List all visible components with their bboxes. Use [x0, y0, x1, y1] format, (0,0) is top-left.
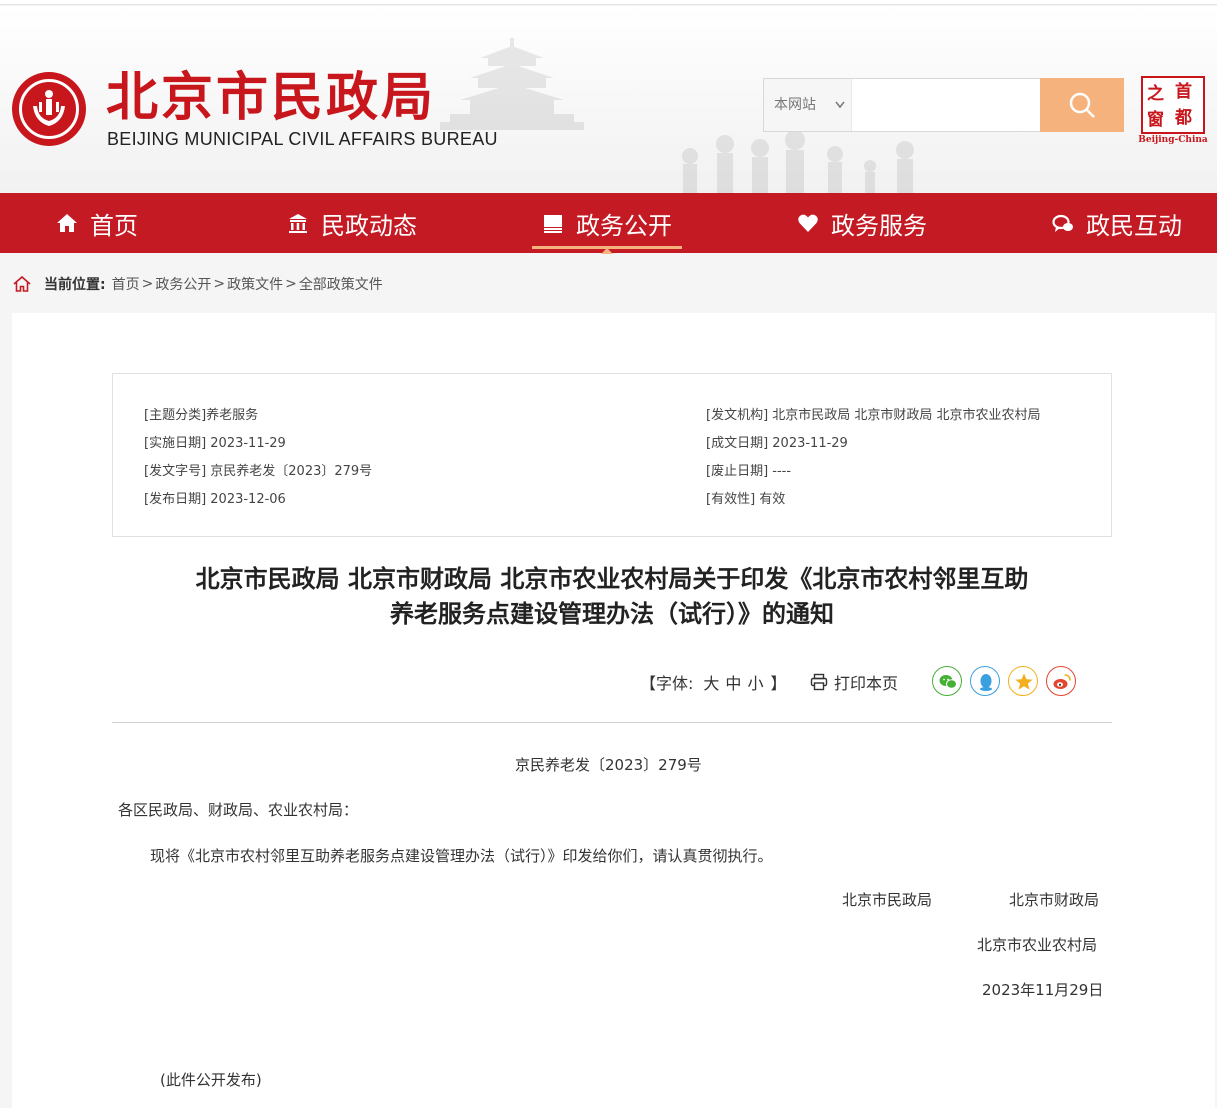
share-wechat-button[interactable]	[932, 666, 962, 696]
print-label: 打印本页	[834, 674, 899, 693]
nav-item-news[interactable]: 民政动态	[287, 193, 417, 253]
wechat-icon	[939, 675, 957, 689]
font-small-button[interactable]: 小	[747, 670, 763, 694]
capital-char-2: 首	[1175, 82, 1192, 102]
search-scope-select[interactable]: 本网站	[764, 79, 852, 131]
font-size-label: 【字体:	[640, 674, 694, 693]
nav-label: 政务公开	[576, 211, 672, 240]
signature-agriculture: 北京市农业农村局	[977, 936, 1098, 954]
weibo-icon	[1053, 674, 1071, 689]
font-size-close: 】	[770, 674, 787, 693]
font-large-button[interactable]: 大	[703, 670, 719, 694]
font-medium-button[interactable]: 中	[725, 670, 741, 694]
home-icon	[56, 212, 78, 234]
content-divider	[112, 722, 1112, 723]
meta-repeal-date: [废止日期] ----	[706, 464, 792, 479]
search-scope-label: 本网站	[774, 97, 816, 113]
search-icon	[1069, 92, 1095, 118]
nav-label: 政务服务	[831, 211, 927, 240]
doc-number-line: 京民养老发〔2023〕279号	[515, 756, 702, 774]
home-outline-icon	[13, 275, 31, 292]
breadcrumb-policy-docs[interactable]: 政策文件	[227, 274, 283, 294]
article-title: 北京市民政局 北京市财政局 北京市农业农村局关于印发《北京市农村邻里互助 养老服…	[112, 562, 1112, 632]
chevron-down-icon	[835, 79, 845, 154]
site-header: 北京市民政局 BEIJING MUNICIPAL CIVIL AFFAIRS B…	[0, 6, 1217, 193]
meta-written-date: [成文日期] 2023-11-29	[706, 436, 848, 451]
capital-sub-label: Beijing-China	[1138, 135, 1208, 145]
article-title-line-1: 北京市民政局 北京市财政局 北京市农业农村局关于印发《北京市农村邻里互助	[195, 565, 1029, 593]
document-metadata-box: [主题分类]养老服务 [实施日期] 2023-11-29 [发文字号] 京民养老…	[112, 373, 1112, 537]
capital-window-logo[interactable]: 之 首 窗 都 Beijing-China	[1138, 76, 1208, 148]
share-qq-button[interactable]	[970, 666, 1000, 696]
nav-label: 首页	[90, 211, 138, 240]
body-paragraph: 现将《北京市农村邻里互助养老服务点建设管理办法（试行）》印发给你们，请认真贯彻执…	[150, 847, 773, 865]
site-title-en: BEIJING MUNICIPAL CIVIL AFFAIRS BUREAU	[107, 129, 498, 149]
breadcrumb-all-policy-docs[interactable]: 全部政策文件	[299, 274, 383, 294]
meta-issuing-agency: [发文机构] 北京市民政局 北京市财政局 北京市农业农村局	[706, 408, 1041, 423]
book-icon	[542, 212, 564, 234]
nav-item-gov-affairs[interactable]: 政务公开	[532, 193, 682, 254]
main-nav: 首页 民政动态 政务公开 政务服务 政民互动	[0, 193, 1217, 254]
meta-publish-date: [发布日期] 2023-12-06	[144, 492, 286, 507]
breadcrumb-gov-affairs[interactable]: 政务公开	[155, 274, 211, 294]
meta-validity: [有效性] 有效	[706, 492, 786, 507]
nav-item-home[interactable]: 首页	[56, 193, 138, 253]
nav-label: 民政动态	[321, 211, 417, 240]
signature-date: 2023年11月29日	[982, 981, 1104, 999]
nav-item-services[interactable]: 政务服务	[797, 193, 927, 253]
chat-icon	[1052, 212, 1074, 234]
search-button[interactable]	[1040, 78, 1124, 132]
breadcrumb-sep: >	[213, 276, 226, 292]
recipients-line: 各区民政局、财政局、农业农村局：	[118, 801, 359, 819]
meta-effective-date: [实施日期] 2023-11-29	[144, 436, 286, 451]
nav-item-interaction[interactable]: 政民互动	[1052, 193, 1182, 253]
share-weibo-button[interactable]	[1046, 666, 1076, 696]
breadcrumb-home[interactable]: 首页	[112, 274, 140, 294]
top-border	[0, 0, 1217, 5]
meta-topic: [主题分类]养老服务	[144, 408, 259, 423]
search-bar: 本网站	[763, 78, 1124, 132]
signature-civil-affairs: 北京市民政局	[842, 891, 933, 909]
publication-note: (此件公开发布)	[160, 1071, 262, 1089]
share-qzone-button[interactable]	[1008, 666, 1038, 696]
site-title-cn: 北京市民政局	[106, 67, 437, 128]
breadcrumb-sep: >	[141, 276, 154, 292]
article-title-line-2: 养老服务点建设管理办法（试行）》的通知	[390, 600, 834, 628]
meta-doc-number: [发文字号] 京民养老发〔2023〕279号	[144, 464, 373, 479]
printer-icon	[810, 673, 828, 691]
breadcrumb: 当前位置: 首页 > 政务公开 > 政策文件 > 全部政策文件	[12, 273, 383, 295]
qq-icon	[980, 674, 992, 691]
capital-char-1: 之	[1147, 84, 1164, 104]
capital-char-3: 窗	[1147, 110, 1164, 130]
star-icon	[1015, 673, 1033, 690]
print-button[interactable]: 打印本页	[810, 668, 898, 696]
building-icon	[287, 212, 309, 234]
capital-char-4: 都	[1175, 108, 1192, 128]
heart-icon	[797, 212, 819, 234]
font-size-control: 【字体: 大 中 小 】	[640, 668, 786, 696]
signature-finance: 北京市财政局	[1009, 891, 1100, 909]
search-input[interactable]	[854, 79, 1040, 131]
breadcrumb-label: 当前位置:	[44, 277, 106, 293]
breadcrumb-sep: >	[285, 276, 297, 292]
bureau-emblem-logo[interactable]	[12, 72, 86, 146]
nav-label: 政民互动	[1086, 211, 1182, 240]
